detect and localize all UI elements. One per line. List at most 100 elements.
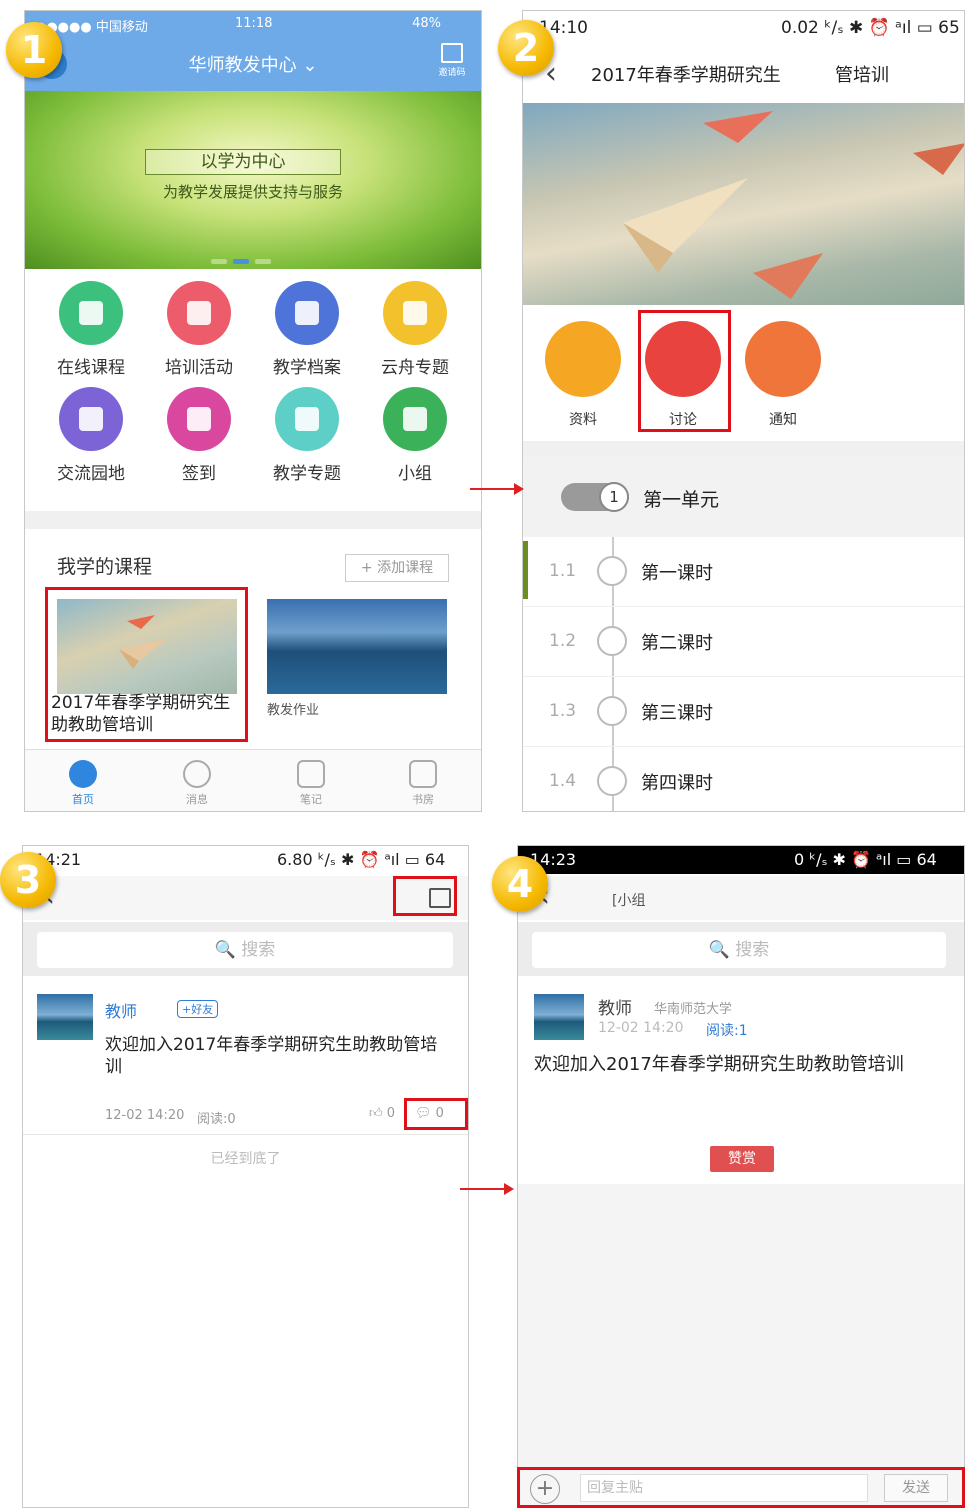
arrow-icon bbox=[460, 1183, 514, 1195]
highlight-discussion bbox=[638, 310, 731, 432]
tab-messages[interactable]: 消息 bbox=[157, 760, 237, 807]
like-button[interactable]: 👍︎ 0 bbox=[369, 1106, 395, 1121]
banner-subtitle: 为教学发展提供支持与服务 bbox=[162, 183, 343, 201]
arrow-icon bbox=[470, 483, 524, 495]
reward-button[interactable]: 赞赏 bbox=[710, 1146, 774, 1172]
status-icons: 6.80 ᵏ/ₛ ✱ ⏰ ᵃıl ▭ 64 bbox=[277, 850, 446, 869]
paper-plane-icon bbox=[623, 111, 964, 299]
post-body: 欢迎加入2017年春季学期研究生助教助管培训 bbox=[534, 1054, 904, 1075]
post-time: 12-02 14:20 bbox=[598, 1020, 684, 1036]
tab-bar: 首页 消息 笔记 书房 bbox=[25, 749, 481, 811]
post-body[interactable]: 欢迎加入2017年春季学期研究生助教助管培训 bbox=[105, 1034, 445, 1078]
course-actions: 资料 讨论 通知 bbox=[523, 305, 964, 441]
grid-item-label: 培训活动 bbox=[165, 358, 233, 378]
lesson-status-icon bbox=[597, 766, 627, 796]
banner[interactable]: 以学为中心 为教学发展提供支持与服务 bbox=[25, 91, 481, 269]
grid-item-group[interactable]: 小组 bbox=[365, 387, 465, 484]
grid-item-training[interactable]: 培训活动 bbox=[149, 281, 249, 378]
clock-label: 11:18 bbox=[235, 16, 273, 31]
course-header: ‹ 2017年春季学期研究生 管培训 bbox=[523, 51, 964, 95]
search-input[interactable]: 🔍 搜索 bbox=[37, 932, 453, 968]
search-input[interactable]: 🔍 搜索 bbox=[532, 932, 946, 968]
unit-row[interactable]: 1 第一单元 bbox=[523, 457, 964, 537]
scan-label: 邀请码 bbox=[438, 68, 466, 78]
lesson-name: 第二课时 bbox=[641, 633, 713, 654]
action-label: 通知 bbox=[769, 412, 797, 428]
highlight-reply bbox=[517, 1467, 965, 1508]
author-school: 华南师范大学 bbox=[654, 1002, 733, 1017]
unit-toggle[interactable]: 1 bbox=[561, 482, 629, 512]
unit-label: 第一单元 bbox=[643, 489, 720, 511]
archive-icon bbox=[275, 281, 339, 345]
grid-item-label: 教学专题 bbox=[273, 464, 341, 484]
scan-button[interactable]: 邀请码 bbox=[437, 43, 467, 78]
grid-item-checkin[interactable]: 签到 bbox=[149, 387, 249, 484]
action-label: 资料 bbox=[569, 412, 597, 428]
tab-library[interactable]: 书房 bbox=[383, 760, 463, 807]
checkin-icon bbox=[167, 387, 231, 451]
course-title-suffix: 管培训 bbox=[835, 65, 889, 86]
org-switcher[interactable]: 华师教发中心 ⌄ bbox=[25, 51, 481, 77]
lesson-number: 1.2 bbox=[549, 631, 577, 651]
like-count: 0 bbox=[386, 1106, 396, 1121]
author-name[interactable]: 教师 bbox=[598, 994, 632, 1019]
lesson-status-icon bbox=[597, 556, 627, 586]
author-name[interactable]: 教师 bbox=[105, 998, 137, 1022]
grid-item-online-course[interactable]: 在线课程 bbox=[41, 281, 141, 378]
course-thumbnail[interactable] bbox=[267, 599, 447, 694]
books-icon bbox=[409, 760, 437, 788]
notice-button[interactable]: 通知 bbox=[743, 321, 823, 429]
banner-title: 以学为中心 bbox=[145, 149, 341, 175]
battery-label: 48% bbox=[412, 16, 441, 31]
grid-item-archive[interactable]: 教学档案 bbox=[257, 281, 357, 378]
lesson-row[interactable]: 1.3 第三课时 bbox=[523, 677, 964, 747]
chat-icon bbox=[183, 760, 211, 788]
tab-label: 首页 bbox=[72, 793, 94, 806]
divider bbox=[23, 1134, 468, 1135]
status-bar: 14:21 6.80 ᵏ/ₛ ✱ ⏰ ᵃıl ▭ 64 bbox=[23, 846, 468, 874]
materials-button[interactable]: 资料 bbox=[543, 321, 623, 429]
group-title: [小组 bbox=[612, 893, 646, 909]
thumbs-up-icon: 👍︎ bbox=[369, 1106, 383, 1121]
avatar[interactable] bbox=[37, 994, 93, 1040]
grid-item-teaching-topic[interactable]: 教学专题 bbox=[257, 387, 357, 484]
grid-item-label: 交流园地 bbox=[57, 464, 125, 484]
lesson-number: 1.3 bbox=[549, 701, 577, 721]
status-bar: ●●●●● 中国移动 11:18 48% bbox=[25, 11, 481, 37]
read-count: 阅读:1 bbox=[706, 1023, 748, 1039]
note-icon bbox=[297, 760, 325, 788]
lesson-status-icon bbox=[597, 626, 627, 656]
tab-label: 笔记 bbox=[300, 793, 322, 806]
lesson-row[interactable]: 1.4 第四课时 bbox=[523, 747, 964, 811]
tab-notes[interactable]: 笔记 bbox=[271, 760, 351, 807]
add-friend-button[interactable]: +好友 bbox=[177, 1000, 219, 1018]
grid-item-topic[interactable]: 云舟专题 bbox=[365, 281, 465, 378]
book-icon bbox=[275, 387, 339, 451]
trophy-icon bbox=[383, 281, 447, 345]
post-header: ‹ [小组 bbox=[518, 876, 964, 920]
course-title[interactable]: 教发作业 bbox=[267, 699, 319, 718]
step-badge: 4 bbox=[492, 856, 548, 912]
add-course-button[interactable]: + 添加课程 bbox=[345, 554, 449, 582]
lesson-number: 1.1 bbox=[549, 561, 577, 581]
status-bar: 14:23 0 ᵏ/ₛ ✱ ⏰ ᵃıl ▭ 64 bbox=[518, 846, 964, 874]
tab-home[interactable]: 首页 bbox=[43, 760, 123, 807]
avatar[interactable] bbox=[534, 994, 584, 1040]
divider bbox=[25, 511, 481, 529]
grid-item-forum[interactable]: 交流园地 bbox=[41, 387, 141, 484]
training-icon bbox=[167, 281, 231, 345]
step-badge: 2 bbox=[498, 20, 554, 76]
unit-number: 1 bbox=[599, 482, 629, 512]
lesson-row[interactable]: 1.2 第二课时 bbox=[523, 607, 964, 677]
grid-item-label: 小组 bbox=[398, 464, 432, 484]
tab-label: 书房 bbox=[412, 793, 434, 806]
panel-course: 14:10 0.02 ᵏ/ₛ ✱ ⏰ ᵃıl ▭ 65 ‹ 2017年春季学期研… bbox=[522, 10, 965, 812]
status-icons: 0.02 ᵏ/ₛ ✱ ⏰ ᵃıl ▭ 65 bbox=[781, 18, 960, 38]
comments-area bbox=[518, 1184, 964, 1469]
course-title: 2017年春季学期研究生 bbox=[591, 65, 781, 86]
lesson-row[interactable]: 1.1 第一课时 bbox=[523, 537, 964, 607]
app-header: 华师教发中心 ⌄ 邀请码 bbox=[25, 37, 481, 91]
end-of-list: 已经到底了 bbox=[210, 1151, 281, 1167]
group-icon bbox=[383, 387, 447, 451]
highlight-compose bbox=[393, 876, 457, 916]
